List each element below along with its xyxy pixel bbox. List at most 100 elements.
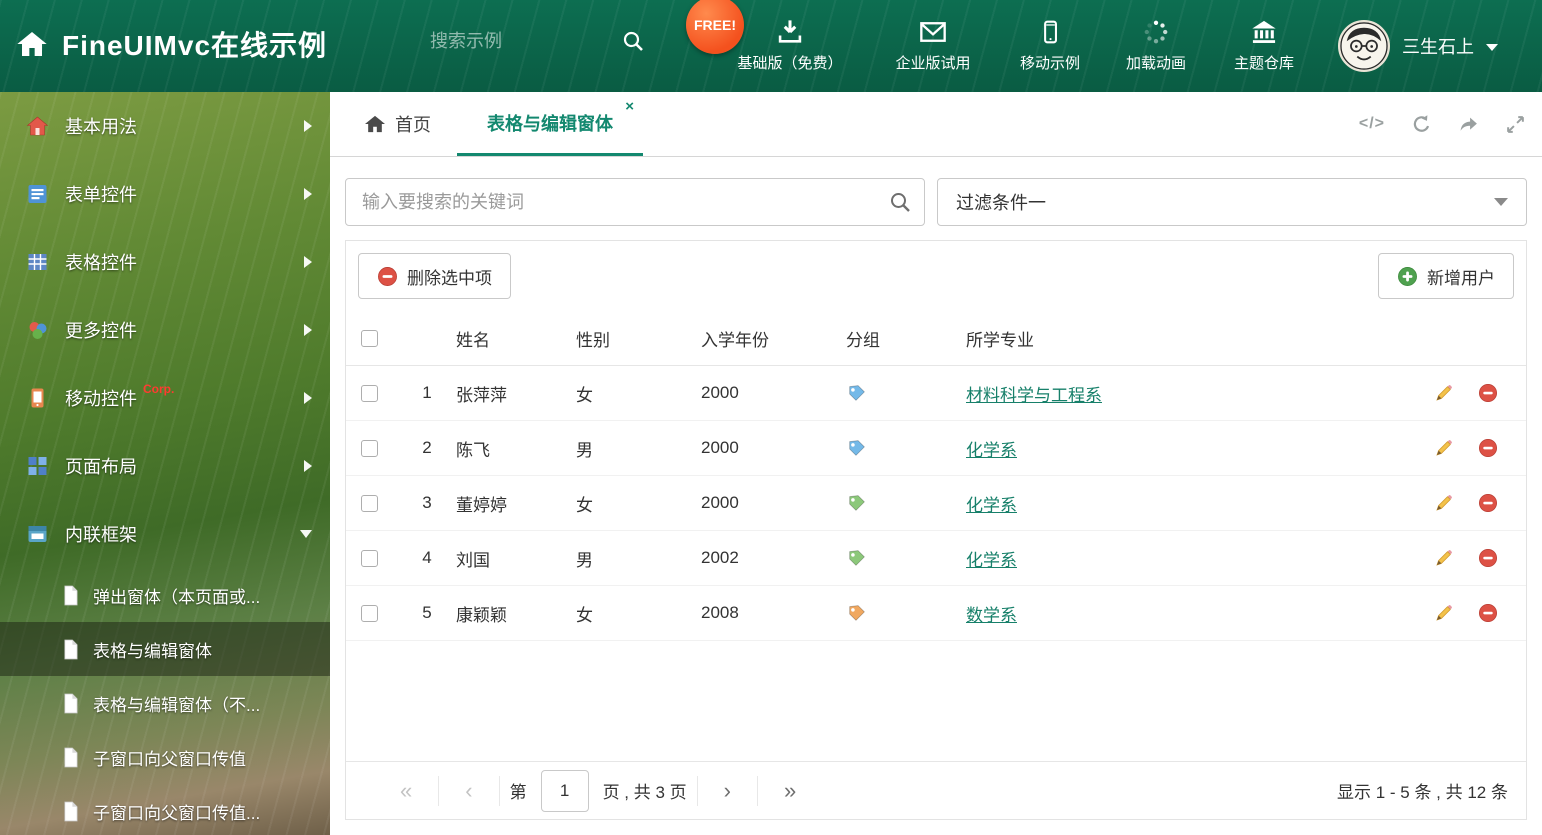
refresh-icon[interactable] <box>1411 114 1432 135</box>
keyword-search <box>345 178 925 228</box>
sidebar-item-form-controls[interactable]: 表单控件 <box>0 160 330 228</box>
row-index: 1 <box>422 383 432 402</box>
file-icon <box>62 801 79 822</box>
plus-circle-icon <box>1397 266 1418 287</box>
tag-icon <box>846 548 966 569</box>
delete-selected-button[interactable]: 删除选中项 <box>358 253 511 299</box>
search-icon[interactable] <box>889 191 911 213</box>
edit-icon[interactable] <box>1434 548 1454 568</box>
cell-name: 张萍萍 <box>456 385 507 405</box>
nav-label: 移动示例 <box>1019 55 1080 72</box>
edit-icon[interactable] <box>1434 438 1454 458</box>
cell-group <box>846 603 966 624</box>
sidebar-item-basic-usage[interactable]: 基本用法 <box>0 92 330 160</box>
cell-group <box>846 548 966 569</box>
sidebar-subitem-popup-window[interactable]: 弹出窗体（本页面或... <box>0 568 330 622</box>
nav-basic-free[interactable]: 基础版（免费） <box>730 0 850 92</box>
sidebar: 基本用法 表单控件 表格控件 更多控件 移动控件 Corp. 页面布局 内联框架… <box>0 92 330 835</box>
logo[interactable]: FineUIMvc在线示例 <box>16 24 327 64</box>
sidebar-subitem-label: 弹出窗体（本页面或... <box>93 587 261 607</box>
avatar <box>1338 20 1390 72</box>
column-header-major: 所学专业 <box>966 330 1034 350</box>
user-menu[interactable]: 三生石上 <box>1338 20 1498 72</box>
close-tab-icon[interactable]: × <box>625 99 634 114</box>
last-page-button[interactable]: » <box>758 779 822 802</box>
delete-icon[interactable] <box>1478 603 1498 623</box>
expand-icon[interactable] <box>1505 114 1526 135</box>
page-number-input[interactable] <box>540 769 589 812</box>
home-logo-icon <box>16 29 48 59</box>
column-header-year: 入学年份 <box>701 330 769 350</box>
username: 三生石上 <box>1402 37 1474 57</box>
sidebar-subitem-child-to-parent[interactable]: 子窗口向父窗口传值 <box>0 730 330 784</box>
delete-icon[interactable] <box>1478 383 1498 403</box>
select-all-checkbox[interactable] <box>361 329 378 347</box>
delete-icon[interactable] <box>1478 438 1498 458</box>
cell-year: 2000 <box>701 438 739 457</box>
button-label: 删除选中项 <box>407 268 492 288</box>
column-header-name: 姓名 <box>456 330 490 350</box>
add-user-button[interactable]: 新增用户 <box>1378 253 1514 299</box>
sidebar-subitem-grid-edit-window[interactable]: 表格与编辑窗体 <box>0 622 330 676</box>
cell-name: 陈飞 <box>456 440 490 460</box>
cell-year: 2000 <box>701 493 739 512</box>
keyword-search-input[interactable] <box>345 178 925 226</box>
tag-icon <box>846 493 966 514</box>
nav-loading-animation[interactable]: 加载动画 <box>1096 0 1216 92</box>
delete-icon[interactable] <box>1478 548 1498 568</box>
cell-name: 康颖颖 <box>456 605 507 625</box>
major-link[interactable]: 材料科学与工程系 <box>966 386 1102 405</box>
row-checkbox[interactable] <box>361 439 378 457</box>
major-link[interactable]: 化学系 <box>966 496 1017 515</box>
sidebar-item-more-controls[interactable]: 更多控件 <box>0 296 330 364</box>
nav-enterprise-trial[interactable]: 企业版试用 <box>873 0 993 92</box>
row-checkbox[interactable] <box>361 494 378 512</box>
sidebar-item-iframe[interactable]: 内联框架 <box>0 500 330 568</box>
row-checkbox[interactable] <box>361 549 378 567</box>
search-icon[interactable] <box>622 30 644 52</box>
filter-dropdown[interactable]: 过滤条件一 <box>937 178 1527 226</box>
first-page-button[interactable]: « <box>374 779 438 802</box>
next-page-button[interactable]: › <box>698 779 757 802</box>
tab-bar: 首页 表格与编辑窗体 × </> <box>330 92 1542 157</box>
tab-tools: </> <box>1359 92 1526 156</box>
nav-mobile-demo[interactable]: 移动示例 <box>990 0 1110 92</box>
cell-group <box>846 438 966 459</box>
sidebar-item-mobile-controls[interactable]: 移动控件 Corp. <box>0 364 330 432</box>
edit-icon[interactable] <box>1434 603 1454 623</box>
nav-label: 加载动画 <box>1125 55 1186 72</box>
grid-panel: 删除选中项 新增用户 姓名 性别 入学年份 分组 所学专业 1 张萍萍 女 20… <box>345 240 1527 820</box>
sidebar-item-page-layout[interactable]: 页面布局 <box>0 432 330 500</box>
major-link[interactable]: 数学系 <box>966 606 1017 625</box>
delete-icon[interactable] <box>1478 493 1498 513</box>
row-checkbox[interactable] <box>361 604 378 622</box>
header-search <box>430 30 644 52</box>
major-link[interactable]: 化学系 <box>966 551 1017 570</box>
header-search-input[interactable] <box>430 30 570 52</box>
row-checkbox[interactable] <box>361 384 378 402</box>
tag-icon <box>846 603 966 624</box>
column-header-gender: 性别 <box>576 330 610 350</box>
share-icon[interactable] <box>1458 114 1479 135</box>
cell-year: 2002 <box>701 548 739 567</box>
sidebar-subitem-child-to-parent-alt[interactable]: 子窗口向父窗口传值... <box>0 784 330 835</box>
prev-page-button[interactable]: ‹ <box>439 779 498 802</box>
main-content: 首页 表格与编辑窗体 × </> 输入要搜索的关键词 过滤条件一 删除选中项 新… <box>330 92 1542 835</box>
nav-theme-store[interactable]: 主题仓库 <box>1204 0 1324 92</box>
source-code-icon[interactable]: </> <box>1359 115 1385 133</box>
sidebar-item-label: 更多控件 <box>65 321 137 341</box>
edit-icon[interactable] <box>1434 383 1454 403</box>
file-icon <box>62 693 79 714</box>
sidebar-subitem-grid-edit-window-alt[interactable]: 表格与编辑窗体（不... <box>0 676 330 730</box>
edit-icon[interactable] <box>1434 493 1454 513</box>
table-header-row: 姓名 性别 入学年份 分组 所学专业 <box>346 311 1526 366</box>
sidebar-item-grid-controls[interactable]: 表格控件 <box>0 228 330 296</box>
frame-icon <box>26 523 49 545</box>
page-suffix-label: 页 , 共 3 页 <box>602 783 687 802</box>
major-link[interactable]: 化学系 <box>966 441 1017 460</box>
tab-grid-edit-window[interactable]: 表格与编辑窗体 × <box>457 92 643 156</box>
tab-home[interactable]: 首页 <box>348 92 447 156</box>
filter-dropdown-value: 过滤条件一 <box>956 193 1046 213</box>
minus-circle-icon <box>377 266 398 287</box>
cell-name: 刘国 <box>456 550 490 570</box>
